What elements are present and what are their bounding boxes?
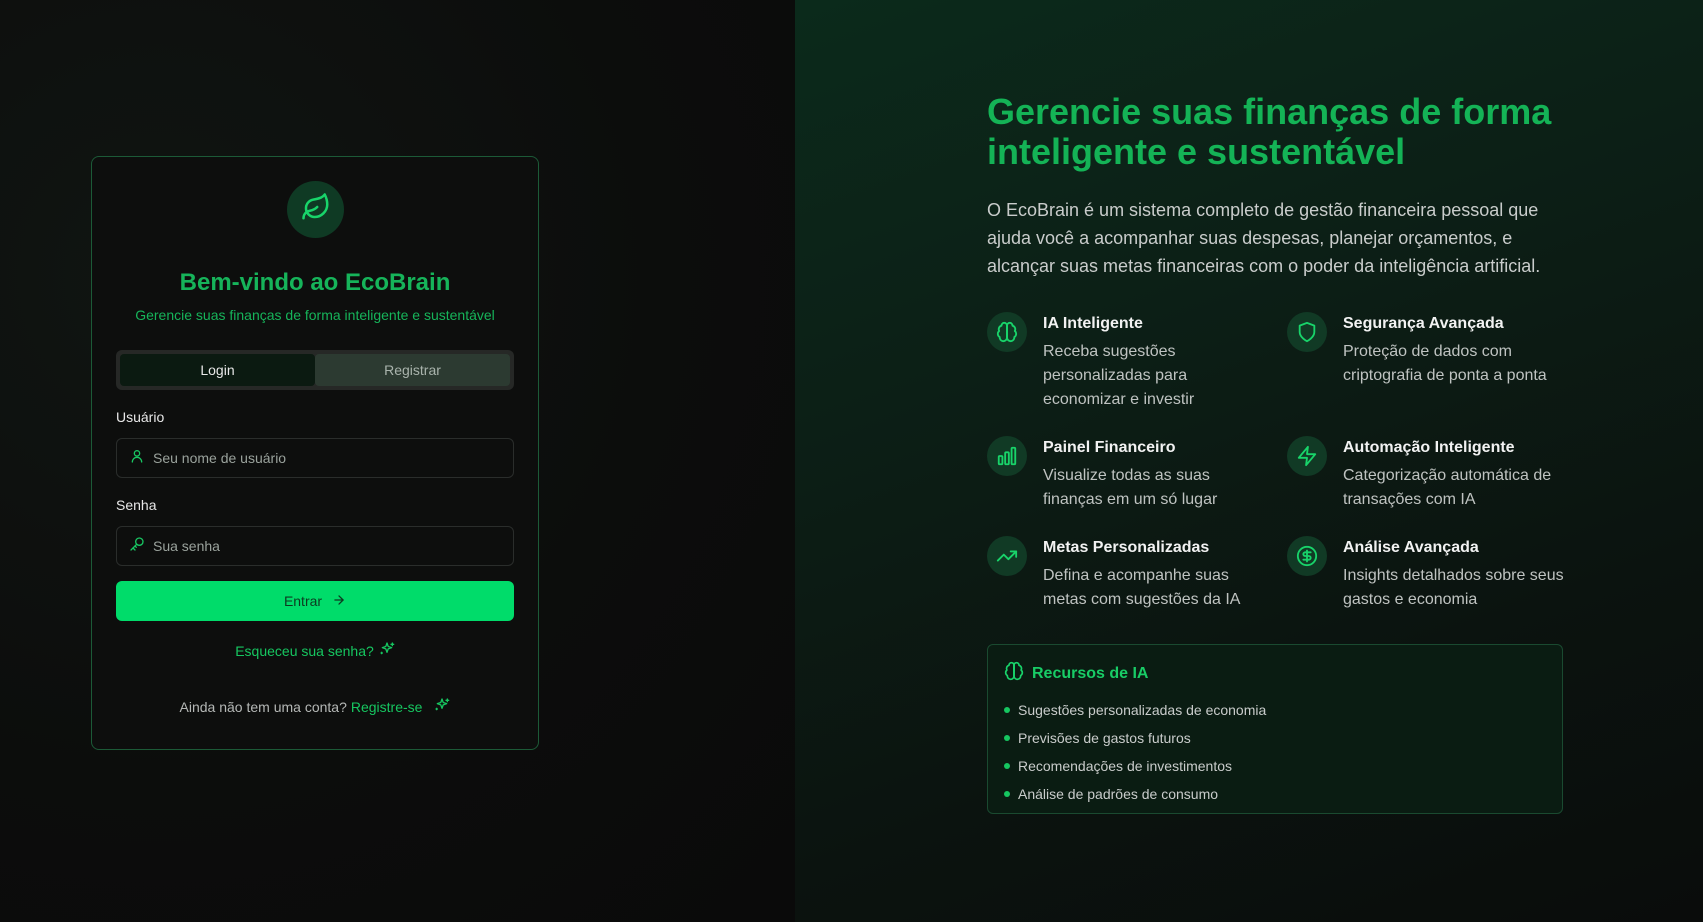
username-field[interactable] [116,438,514,478]
login-button[interactable]: Entrar [116,581,514,621]
auth-tabs: Login Registrar [116,350,514,390]
feature-description: Proteção de dados com criptografia de po… [1343,343,1547,384]
forgot-password-link[interactable]: Esqueceu sua senha? [92,641,538,660]
feature-analise: Análise Avançada Insights detalhados sob… [1287,536,1567,612]
welcome-subtitle: Gerencie suas finanças de forma intelige… [135,307,495,323]
feature-metas: Metas Personalizadas Defina e acompanhe … [987,536,1267,612]
hero-title: Gerencie suas finanças de forma intelige… [987,91,1552,172]
forgot-password-label: Esqueceu sua senha? [235,642,374,659]
user-icon [129,448,145,469]
feature-description: Insights detalhados sobre seus gastos e … [1343,567,1564,608]
password-input[interactable] [153,538,493,554]
key-icon [129,536,145,557]
login-card: Bem-vindo ao EcoBrain Gerencie suas fina… [91,156,539,750]
signup-link[interactable]: Registre-se [351,699,423,715]
feature-title: Automação Inteligente [1343,439,1515,456]
ai-resources-box: Recursos de IA Sugestões personalizadas … [987,644,1563,814]
sparkles-icon [379,641,395,660]
feature-title: IA Inteligente [1043,315,1143,332]
shield-icon [1287,312,1327,352]
hero-description: O EcoBrain é um sistema completo de gest… [987,200,1541,276]
feature-automacao: Automação Inteligente Categorização auto… [1287,436,1567,512]
feature-title: Painel Financeiro [1043,439,1176,456]
feature-description: Categorização automática de transações c… [1343,467,1552,508]
bullet-icon [1004,791,1010,797]
bullet-icon [1004,707,1010,713]
trending-up-icon [987,536,1027,576]
password-field[interactable] [116,526,514,566]
feature-title: Segurança Avançada [1343,315,1504,332]
tab-login[interactable]: Login [120,354,315,386]
signup-row: Ainda não tem uma conta? Registre-se [92,697,538,716]
feature-painel: Painel Financeiro Visualize todas as sua… [987,436,1267,512]
dollar-circle-icon [1287,536,1327,576]
feature-title: Metas Personalizadas [1043,539,1210,556]
list-item-text: Recomendações de investimentos [1018,758,1233,774]
signup-prompt: Ainda não tem uma conta? [179,698,347,715]
list-item-text: Análise de padrões de consumo [1018,786,1219,802]
login-button-label: Entrar [283,593,323,609]
brain-icon [1004,661,1024,686]
feature-title: Análise Avançada [1343,539,1479,556]
leaf-icon [301,192,331,227]
welcome-title: Bem-vindo ao EcoBrain [179,269,451,296]
feature-description: Defina e acompanhe suas metas com sugest… [1043,567,1241,608]
feature-seguranca: Segurança Avançada Proteção de dados com… [1287,312,1567,388]
bar-chart-icon [987,436,1027,476]
feature-description: Visualize todas as suas finanças em um s… [1043,467,1218,508]
username-input[interactable] [153,450,493,466]
brain-icon [987,312,1027,352]
tab-register[interactable]: Registrar [315,354,510,386]
ai-resources-list: Sugestões personalizadas de economia Pre… [1004,696,1546,808]
list-item: Previsões de gastos futuros [1004,724,1546,752]
bullet-icon [1004,763,1010,769]
ai-resources-header: Recursos de IA [1004,661,1546,686]
bullet-icon [1004,735,1010,741]
feature-description: Receba sugestões personalizadas para eco… [1043,343,1195,408]
ai-resources-title: Recursos de IA [1032,664,1149,682]
list-item: Sugestões personalizadas de economia [1004,696,1546,724]
list-item-text: Previsões de gastos futuros [1018,730,1191,746]
list-item: Análise de padrões de consumo [1004,780,1546,808]
list-item-text: Sugestões personalizadas de economia [1018,702,1267,718]
logo [287,181,344,238]
sparkles-icon [434,697,450,716]
arrow-right-icon [332,593,346,610]
list-item: Recomendações de investimentos [1004,752,1546,780]
password-label: Senha [116,497,157,513]
feature-ia-inteligente: IA Inteligente Receba sugestões personal… [987,312,1267,412]
lightning-icon [1287,436,1327,476]
username-label: Usuário [116,409,165,425]
